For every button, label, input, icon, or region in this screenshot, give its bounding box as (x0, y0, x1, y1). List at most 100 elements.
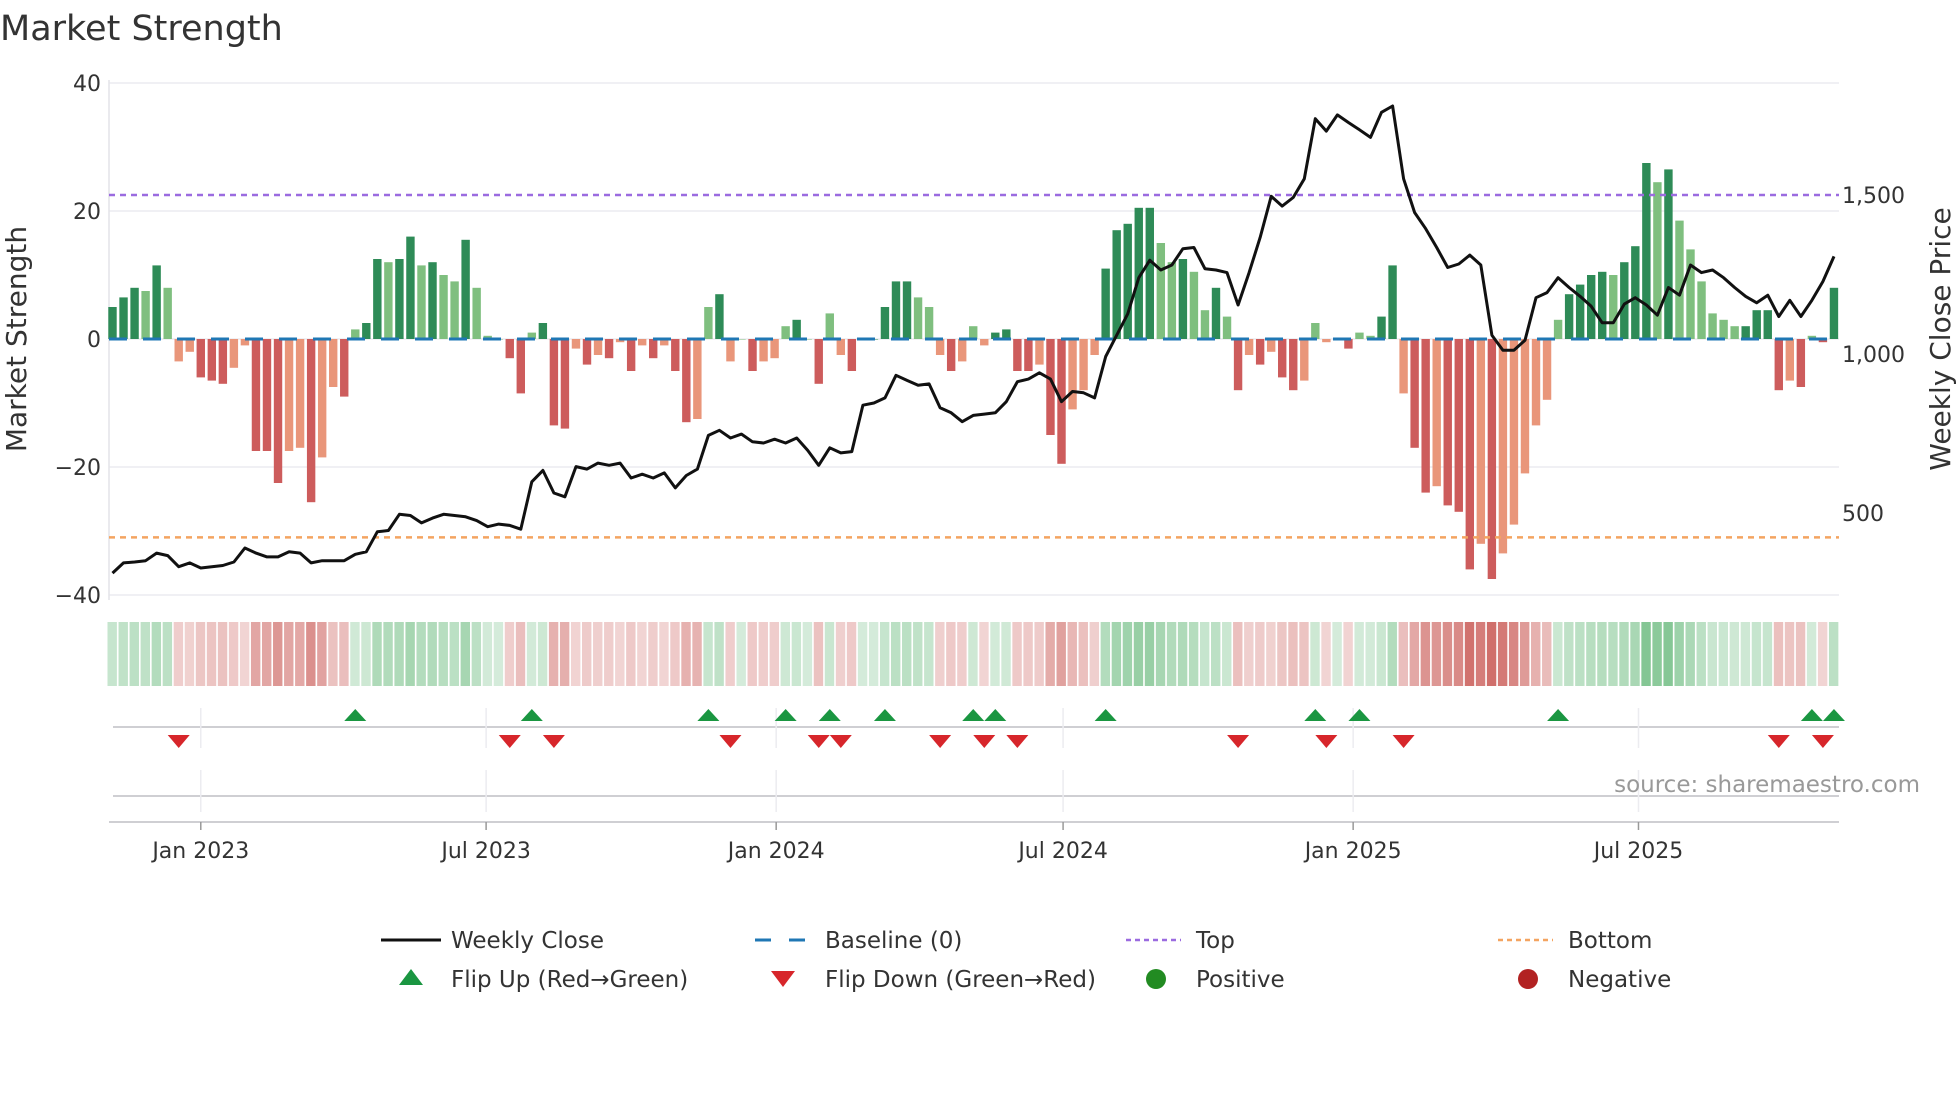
heatmap-cell (1211, 622, 1221, 686)
flip-down-marker (1227, 735, 1250, 748)
heatmap-cell (1751, 622, 1762, 686)
strength-bar (715, 294, 724, 339)
flip-up-marker (1304, 709, 1327, 721)
heatmap-cell (559, 622, 570, 686)
x-tick-label: Jul 2025 (1592, 839, 1684, 864)
y2-tick-label: 1,500 (1842, 184, 1905, 209)
strength-bar (825, 313, 834, 339)
heatmap-cell (846, 622, 857, 686)
heatmap-cell (173, 622, 184, 686)
strength-bars (108, 163, 1839, 579)
strength-bar (295, 339, 305, 448)
strength-bar (1454, 339, 1463, 512)
strength-bar (593, 339, 603, 355)
strength-bar (1145, 207, 1154, 339)
heatmap-cell (1718, 622, 1729, 686)
heatmap-cell (471, 622, 482, 686)
legend-close-label: Weekly Close (451, 928, 604, 954)
strength-bar (682, 339, 691, 423)
strength-bar (704, 307, 713, 339)
heatmap-cell (1586, 622, 1596, 686)
heatmap-cell (593, 622, 603, 686)
heatmap-cell (1464, 622, 1475, 686)
heatmap-cell (890, 622, 901, 686)
heatmap-cell (747, 622, 757, 686)
heatmap-cell (1376, 622, 1386, 686)
strength-bar (935, 339, 945, 355)
strength-bar (428, 262, 437, 339)
heatmap-cell (1188, 622, 1199, 686)
heatmap-cell (857, 622, 868, 686)
heatmap-cell (1508, 622, 1519, 686)
y2-tick-label: 1,000 (1842, 343, 1905, 368)
heatmap-cell (250, 622, 261, 686)
chart-title: Market Strength (0, 9, 283, 49)
legend-flipup-label: Flip Up (Red→Green) (451, 967, 688, 993)
heatmap-cell (1542, 622, 1552, 686)
flip-up-marker (1547, 709, 1570, 721)
heatmap-cell (350, 622, 360, 686)
strength-bar (1255, 339, 1265, 365)
strength-bar (152, 265, 161, 339)
heatmap-cell (935, 622, 945, 686)
flip-up-marker (962, 709, 985, 721)
strength-bar (174, 339, 183, 362)
heatmap-cell (1354, 622, 1364, 686)
legend-positive-label: Positive (1196, 967, 1285, 993)
strength-bar (317, 339, 327, 458)
heatmap-cell (1828, 622, 1839, 686)
heatmap-cell (284, 622, 294, 686)
strength-bar (1101, 268, 1110, 339)
heatmap-cell (1409, 622, 1420, 686)
strength-bar (1189, 271, 1199, 339)
y-tick-label: 20 (73, 200, 101, 225)
heatmap-cell (1663, 622, 1673, 686)
strength-bar (847, 339, 857, 371)
strength-bar (1024, 339, 1033, 371)
heatmap-cell (1277, 622, 1287, 686)
heatmap-cell (206, 622, 217, 686)
strength-bar (1531, 339, 1541, 426)
strength-bar (1068, 339, 1077, 410)
negative-legend-icon (1518, 969, 1538, 989)
strength-bar (1322, 339, 1331, 343)
strength-bar (1443, 339, 1452, 506)
strength-bar (836, 339, 846, 355)
heatmap-cell (879, 622, 890, 686)
heatmap-cell (1784, 622, 1795, 686)
strength-bar (1829, 287, 1839, 339)
strength-bar (1564, 294, 1574, 339)
strength-bar (538, 323, 548, 339)
heatmap-cell (1685, 622, 1695, 686)
heatmap-cell (1144, 622, 1155, 686)
heatmap-cell (1729, 622, 1740, 686)
heatmap-cell (504, 622, 515, 686)
strength-bar (1355, 332, 1364, 339)
heatmap-cell (1244, 622, 1254, 686)
legend-bottom-label: Bottom (1568, 928, 1652, 954)
strength-bar (1609, 275, 1618, 339)
strength-bar (472, 287, 481, 339)
strength-bar (439, 275, 448, 339)
strength-bar (726, 339, 735, 362)
strength-bar (637, 339, 647, 346)
strength-bar (571, 339, 581, 349)
heatmap-cell (1740, 622, 1751, 686)
strength-bar (119, 297, 128, 339)
strength-bar (1410, 339, 1419, 448)
strength-bar (1476, 339, 1486, 544)
flip-down-marker (1767, 735, 1790, 748)
strength-heatmap (107, 622, 1839, 686)
y-axis-label: Market Strength (0, 226, 33, 452)
strength-bar (1620, 262, 1629, 339)
y-tick-label: −20 (55, 456, 101, 481)
strength-bar (130, 287, 139, 339)
heatmap-cell (427, 622, 437, 686)
flip-up-marker (1800, 709, 1823, 721)
strength-bar (1035, 339, 1044, 365)
strength-bar (946, 339, 956, 371)
heatmap-cell (1486, 622, 1497, 686)
strength-bar (748, 339, 757, 371)
heatmap-cell (725, 622, 735, 686)
strength-bar (1520, 339, 1530, 474)
